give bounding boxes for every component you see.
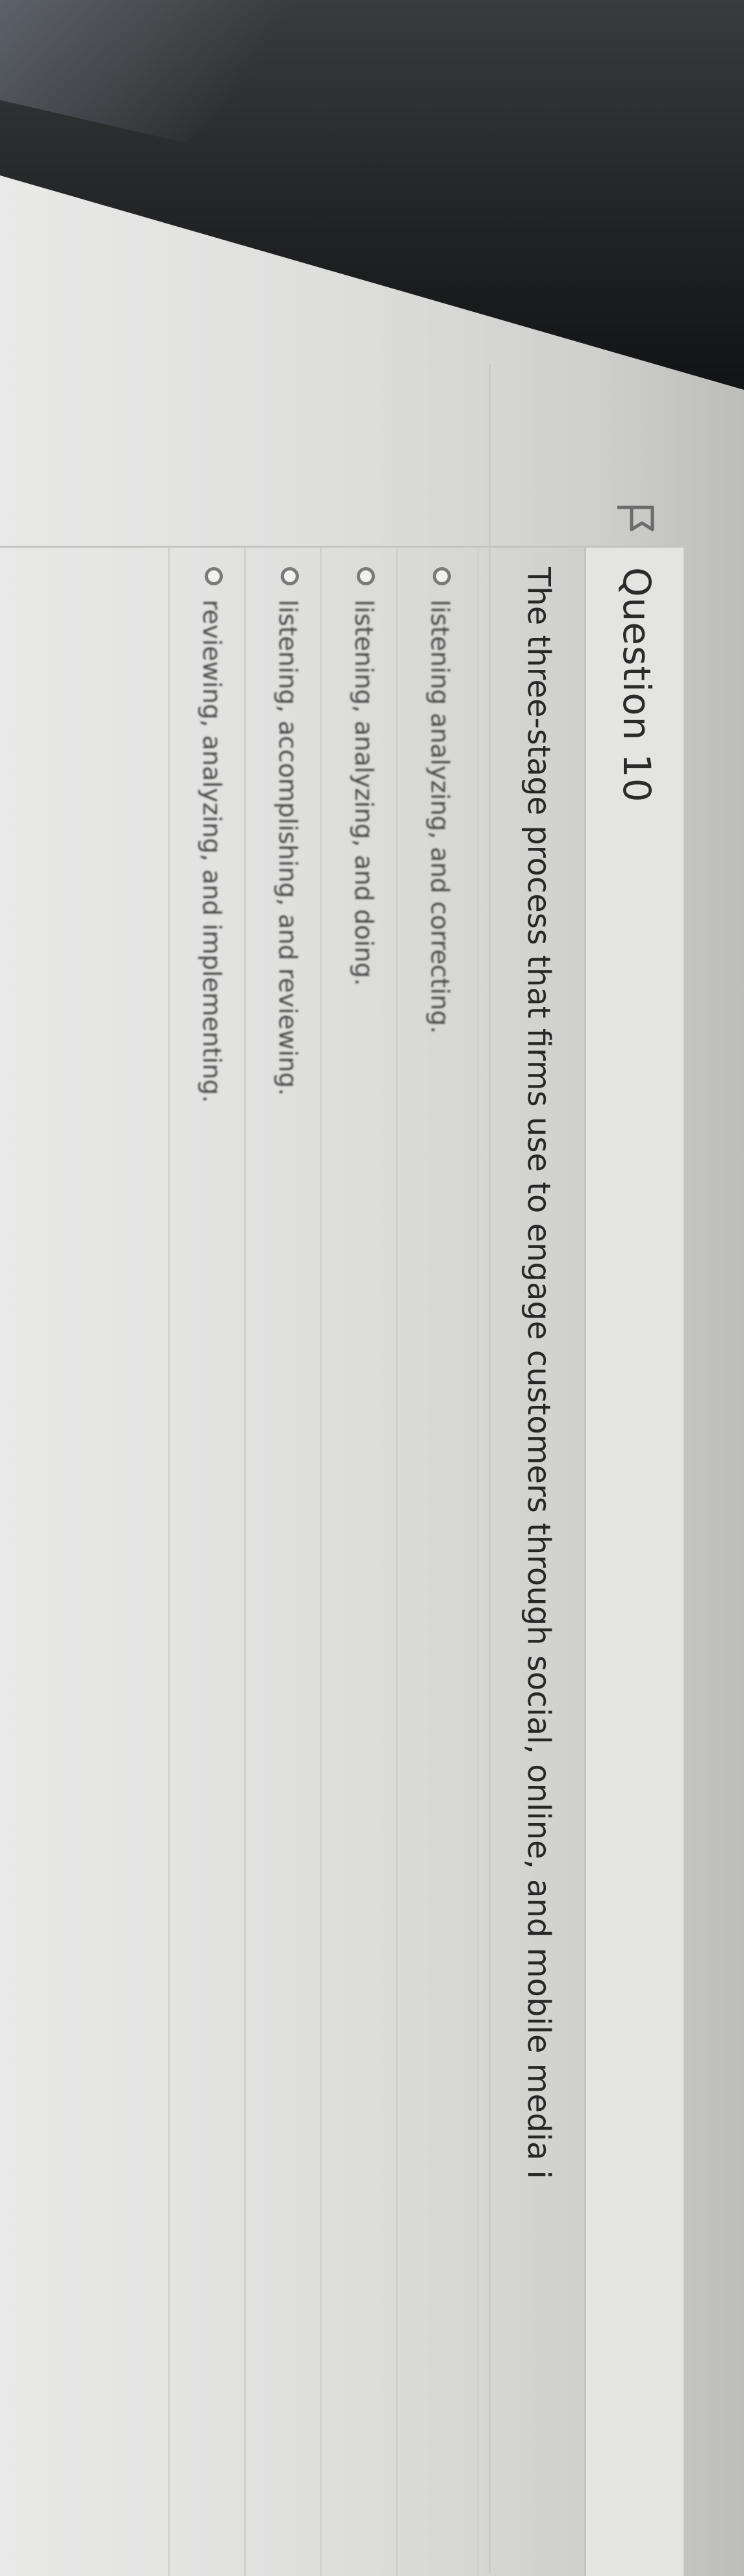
answer-option[interactable]: listening, accomplishing, and reviewing. [244,548,320,2576]
radio-unchecked-icon[interactable] [205,567,223,585]
answer-label: listening analyzing, and correcting. [426,600,454,1034]
radio-unchecked-icon[interactable] [433,567,451,585]
radio-unchecked-icon[interactable] [281,567,299,585]
question-divider [478,548,479,2576]
question-text: The three-stage process that firms use t… [520,567,557,2179]
radio-unchecked-icon[interactable] [357,567,375,585]
answer-label: listening, analyzing, and doing. [350,600,378,986]
question-title: Question 10 [615,567,659,803]
answer-option[interactable]: listening, analyzing, and doing. [320,548,396,2576]
answer-label: reviewing, analyzing, and implementing. [198,600,226,1103]
flag-icon[interactable] [615,502,656,535]
rotated-quiz-view: Question 10 The three-stage process that… [0,364,744,2576]
answer-option[interactable]: listening analyzing, and correcting. [396,548,472,2576]
answer-label: listening, accomplishing, and reviewing. [274,600,302,1096]
question-body: The three-stage process that firms use t… [0,548,586,2576]
answer-option[interactable]: reviewing, analyzing, and implementing. [168,548,244,2576]
question-header: Question 10 [584,505,684,2576]
screen-photo: Question 10 The three-stage process that… [0,0,744,2576]
question-card: Question 10 The three-stage process that… [0,505,686,2576]
